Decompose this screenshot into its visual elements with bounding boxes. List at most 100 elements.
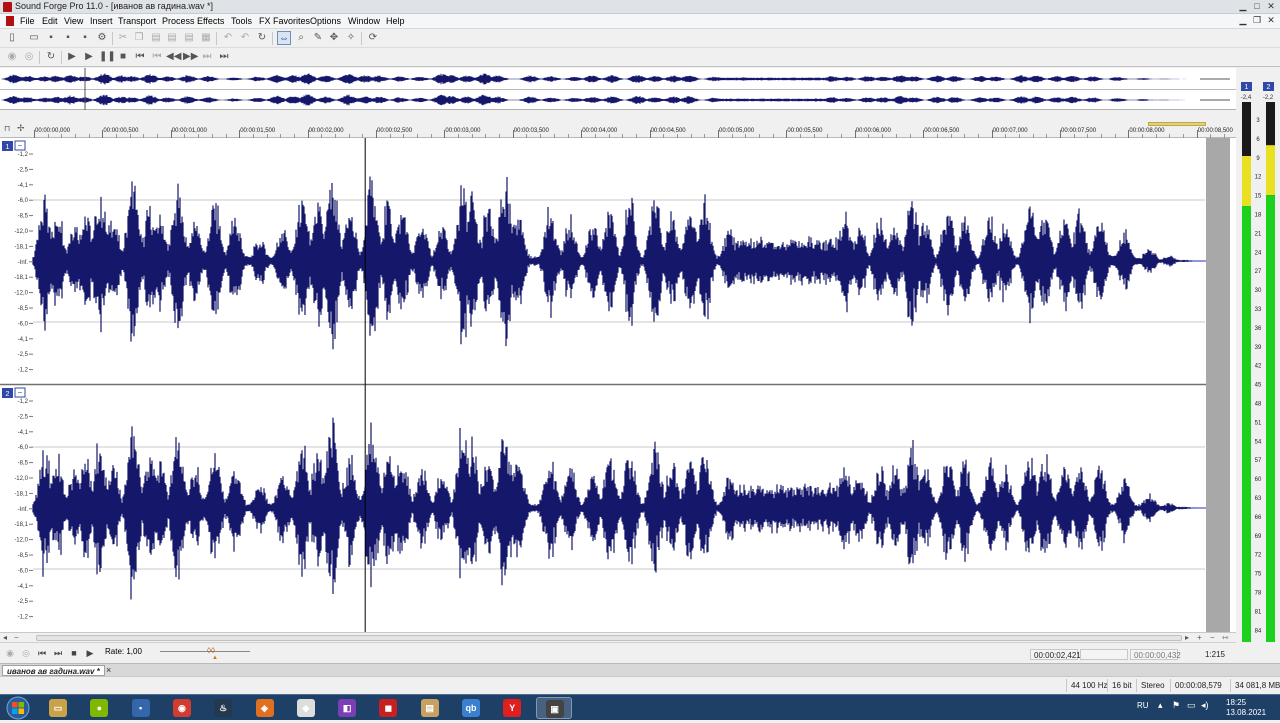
cut-icon[interactable]: ✂ [116,31,130,45]
taskbar-yandex-browser[interactable]: Y [494,697,530,719]
minimize-window-button[interactable]: ▁ [1236,1,1250,12]
forward-icon[interactable]: ⏭ [200,50,214,64]
save-icon[interactable]: ▪ [44,31,58,45]
forward-fast-icon[interactable]: ▶▶ [183,50,198,64]
loop-icon[interactable]: ⟳ [366,31,380,45]
menu-window[interactable]: Window [344,15,384,28]
go-to-end-icon[interactable]: ⏭ [52,647,64,659]
scroll-thumb[interactable] [36,635,1182,641]
document-tab[interactable]: иванов ав гадина.wav * [2,665,105,676]
doc-minimize-button[interactable]: ▁ [1236,15,1250,26]
rewind-icon[interactable]: ⏮ [150,50,164,64]
taskbar-visual-studio[interactable]: ◧ [329,697,365,719]
zoom-out-full-icon[interactable]: − [1210,633,1215,642]
clock-time[interactable]: 18:25 [1226,698,1246,707]
rate-slider-thumb[interactable]: ◊◊ [207,646,221,655]
stop-icon[interactable]: ■ [68,647,80,659]
taskbar-save-app[interactable]: ▪ [123,697,159,719]
scroll-left-icon[interactable]: ◂ [3,633,7,642]
menu-insert[interactable]: Insert [86,15,117,28]
maximize-window-button[interactable]: □ [1250,1,1264,12]
horizontal-scrollbar[interactable]: ◂ − ▸ + − ⇿ [0,632,1236,642]
scroll-right-icon[interactable]: ▸ [1185,633,1189,642]
zoom-fit-icon[interactable]: ⇿ [1222,633,1229,642]
go-to-end-icon[interactable]: ⏭ [217,50,231,64]
snap-icon[interactable]: ✢ [17,123,25,134]
flag-icon[interactable]: ⚑ [1172,700,1180,711]
rewind-fast-icon[interactable]: ◀◀ [166,50,181,64]
crop-icon[interactable]: ▦ [199,31,213,45]
trim-icon[interactable]: ↶ [221,31,235,45]
event-tool-icon[interactable]: ✥ [327,31,341,45]
redo-icon[interactable]: ↻ [255,31,269,45]
clock-date[interactable]: 13.08.2021 [1226,708,1266,717]
taskbar-avast[interactable]: ◈ [247,697,283,719]
magnify-tool-icon[interactable]: ⌕ [294,31,308,45]
menu-view[interactable]: View [60,15,87,28]
undo-icon[interactable]: ↶ [238,31,252,45]
go-to-start-icon[interactable]: ⏮ [133,50,147,64]
stop-icon[interactable]: ■ [116,50,130,64]
paste-icon[interactable]: ▤ [149,31,163,45]
properties-icon[interactable]: ⚙ [95,31,109,45]
record-icon[interactable]: ◉ [5,50,19,64]
close-tab-icon[interactable]: × [106,665,111,675]
pause-icon[interactable]: ❚❚ [99,50,116,64]
edit-tool-icon[interactable]: ⇔ [277,31,291,45]
zoom-in-icon[interactable]: + [1197,633,1202,642]
record-icon[interactable]: ◉ [4,647,16,659]
time-ruler[interactable]: 00:00:00,000 00:00:00,500 00:00:01,000 00:0… [0,122,1253,138]
taskbar-qbittorrent[interactable]: qb [453,697,489,719]
menu-transport[interactable]: Transport [114,15,160,28]
taskbar-fox-app[interactable]: ◆ [288,697,324,719]
sound-forge-app-icon[interactable] [3,2,12,12]
cursor-position-field[interactable]: 00:00:02,421 [1030,649,1081,660]
record-options-icon[interactable]: ◎ [22,50,36,64]
loop-region-marker[interactable] [1148,122,1206,126]
doc-close-button[interactable]: ✕ [1264,15,1278,26]
mix-icon[interactable]: ▤ [182,31,196,45]
zoom-out-icon[interactable]: − [14,633,19,642]
taskbar-steam[interactable]: ♨ [205,697,241,719]
network-icon[interactable]: ▭ [1187,700,1196,711]
lock-icon[interactable]: ⊓ [4,124,10,133]
selection-length-field[interactable]: 00:00:00,432 [1130,649,1181,660]
new-icon[interactable]: ▯ [5,31,19,45]
language-indicator[interactable]: RU [1137,701,1149,710]
menu-effects[interactable]: Effects [193,15,228,28]
tray-up-icon[interactable]: ▴ [1158,700,1163,711]
menu-options[interactable]: Options [306,15,345,28]
paste-special-icon[interactable]: ▤ [165,31,179,45]
document-icon[interactable] [6,16,14,26]
go-to-start-icon[interactable]: ⏮ [36,647,48,659]
volume-icon[interactable]: ◂) [1201,700,1209,711]
taskbar-kmplayer[interactable]: ● [81,697,117,719]
open-icon[interactable]: ▭ [27,31,41,45]
menu-edit[interactable]: Edit [38,15,62,28]
loop-playback-icon[interactable]: ↻ [44,50,58,64]
copy-icon[interactable]: ❐ [132,31,146,45]
waveform-overview[interactable] [0,68,1236,110]
save-as-icon[interactable]: ▪ [61,31,75,45]
taskbar-chrome[interactable]: ◉ [164,697,200,719]
record-options-icon[interactable]: ◎ [20,647,32,659]
waveform-area[interactable]: -1,2 -2,5 -4,1 -6,0 -8,5 -12,0 -18,1 -Inf. -18,1… [0,138,1236,632]
channel-1-waveform[interactable] [32,176,1230,350]
rate-slider-track[interactable] [160,651,250,652]
menu-file[interactable]: File [16,15,39,28]
taskbar-explorer[interactable]: ▭ [40,697,76,719]
close-window-button[interactable]: ✕ [1264,1,1278,12]
taskbar-archive-app[interactable]: ▤ [412,697,448,719]
pencil-tool-icon[interactable]: ✎ [311,31,325,45]
render-icon[interactable]: ▪ [78,31,92,45]
envelope-tool-icon[interactable]: ✧ [344,31,358,45]
channel-2-waveform[interactable] [32,417,1230,600]
taskbar-3d-app[interactable]: ◼ [370,697,406,719]
menu-tools[interactable]: Tools [227,15,256,28]
menu-help[interactable]: Help [382,15,409,28]
taskbar-sound-forge[interactable]: ▣ [535,697,572,719]
start-button[interactable] [3,696,33,720]
doc-restore-button[interactable]: ❐ [1250,15,1264,26]
play-icon[interactable]: ▶ [84,647,96,659]
play-icon[interactable]: ▶ [82,50,96,64]
